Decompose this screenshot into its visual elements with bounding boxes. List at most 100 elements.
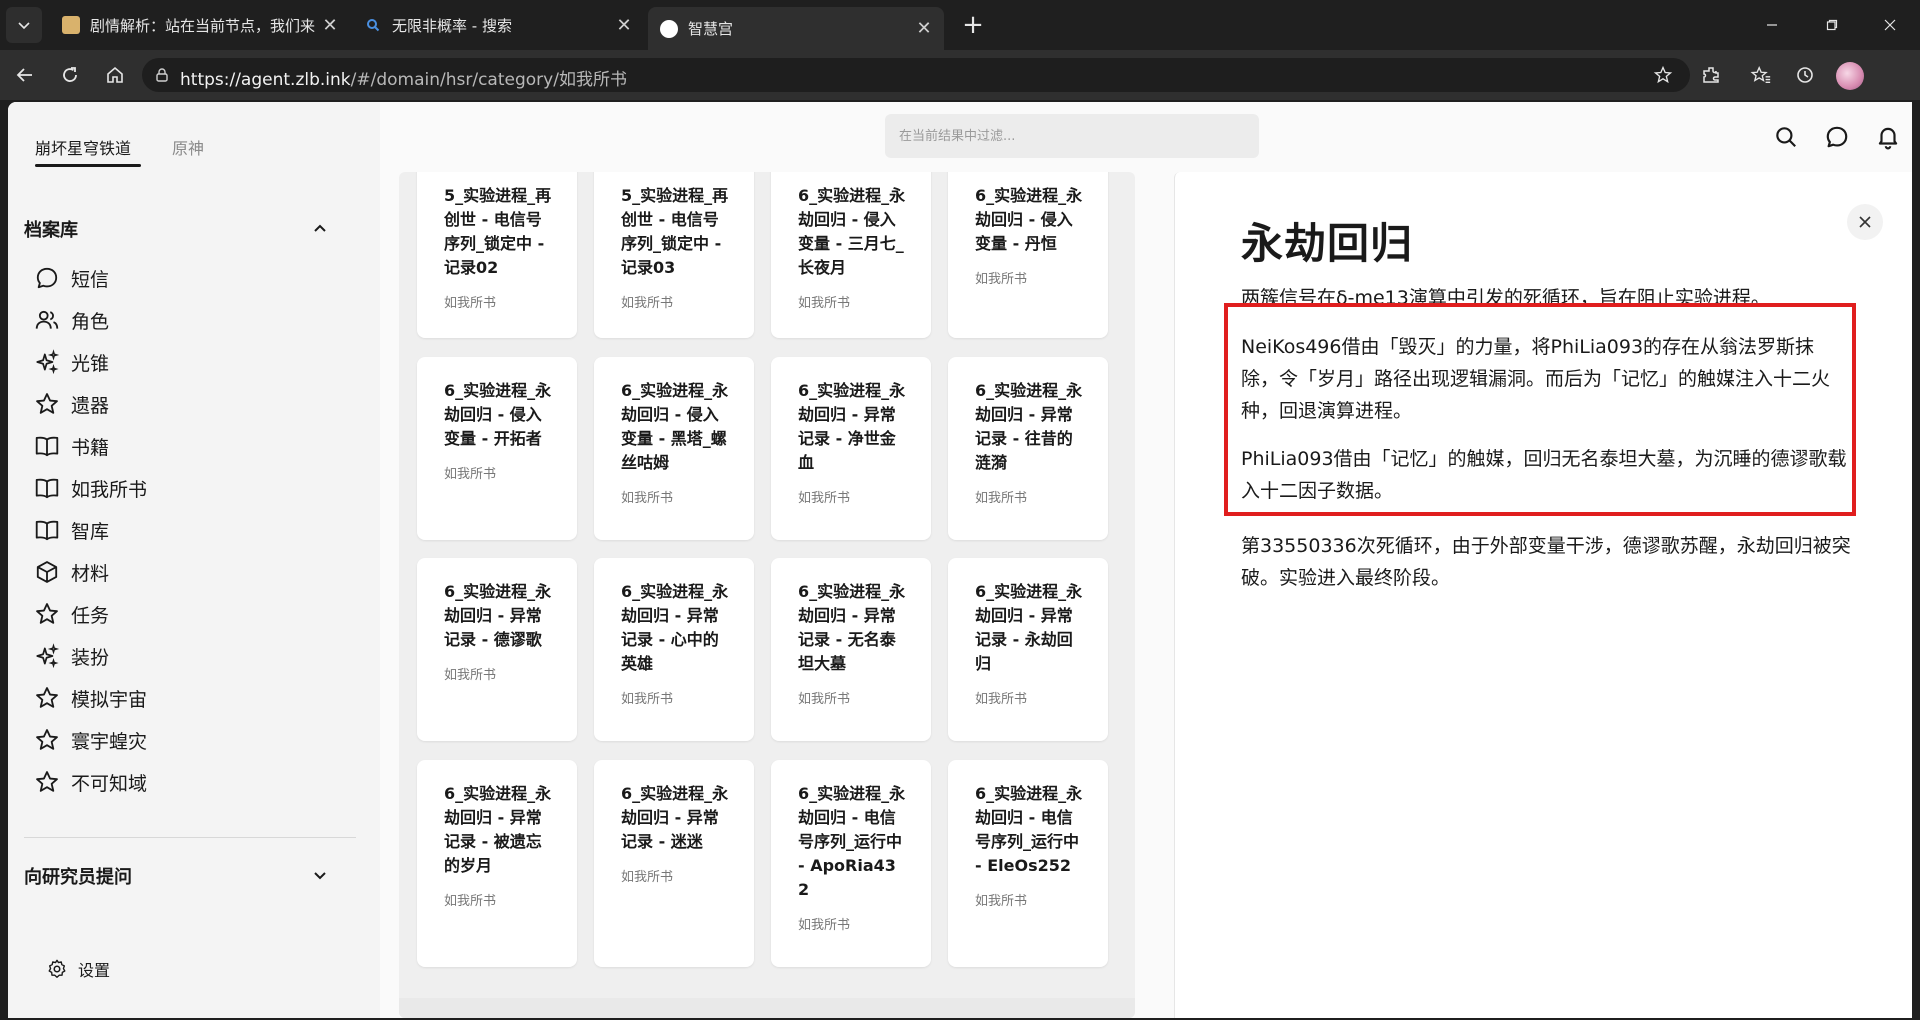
- close-tab-icon[interactable]: ✕: [612, 13, 636, 37]
- list-item[interactable]: 6_实验进程_永劫回归 - 异常记录 - 无名泰坦大墓如我所书: [771, 558, 931, 741]
- search-icon: [364, 16, 382, 34]
- ask-researcher-heading[interactable]: 向研究员提问: [24, 863, 132, 889]
- tab-bar: 剧情解析：站在当前节点，我们来 ✕ 无限非概率 - 搜索 ✕ 智慧宫 ✕ +: [0, 0, 1920, 50]
- tab-title: 剧情解析：站在当前节点，我们来: [90, 16, 316, 35]
- game-tab-genshin[interactable]: 原神: [172, 135, 204, 159]
- sidebar-item-label: 不可知域: [71, 772, 148, 795]
- lock-icon: [156, 68, 168, 82]
- card-title: 6_实验进程_永劫回归 - 异常记录 - 净世金血: [798, 381, 906, 472]
- close-tab-icon[interactable]: ✕: [912, 17, 936, 41]
- new-tab-button[interactable]: +: [958, 10, 988, 40]
- sidebar-item-unknowable-domain[interactable]: 不可知域: [34, 764, 354, 800]
- refresh-icon[interactable]: [55, 60, 85, 90]
- card-category: 如我所书: [798, 692, 851, 707]
- favorite-star-icon[interactable]: [1653, 65, 1673, 85]
- list-item[interactable]: 6_实验进程_永劫回归 - 侵入变量 - 丹恒 如我所书: [948, 172, 1108, 338]
- settings-button[interactable]: 设置: [46, 957, 110, 981]
- chat-icon[interactable]: [1824, 124, 1850, 150]
- list-item[interactable]: 6_实验进程_永劫回归 - 异常记录 - 被遗忘的岁月 如我所书: [417, 760, 577, 967]
- chat-bubble-icon: [36, 267, 58, 289]
- close-tab-icon[interactable]: ✕: [318, 13, 342, 37]
- restore-icon[interactable]: [1802, 0, 1862, 50]
- sidebar-item-label: 任务: [71, 604, 110, 627]
- minimize-icon[interactable]: [1742, 0, 1802, 50]
- card-title: 6_实验进程_永劫回归 - 侵入变量 - 三月七_长夜月: [798, 186, 906, 277]
- card-category: 如我所书: [798, 918, 851, 933]
- card-title: 6_实验进程_永劫回归 - 异常记录 - 迷迷: [621, 784, 729, 851]
- next-group-placeholder: [399, 998, 1135, 1018]
- sidebar-item-label: 如我所书: [71, 478, 148, 501]
- sidebar-item-as-i-write[interactable]: 如我所书: [34, 470, 354, 506]
- sidebar-item-messages[interactable]: 短信: [34, 260, 354, 296]
- list-item[interactable]: 6_实验进程_永劫回归 - 异常记录 - 永劫回归 如我所书: [948, 558, 1108, 741]
- star-icon: [36, 603, 58, 624]
- card-category: 如我所书: [975, 272, 1028, 287]
- card-title: 6_实验进程_永劫回归 - 电信号序列_运行中 - EleOs252: [975, 784, 1083, 875]
- tab-zhihuigong[interactable]: 智慧宫 ✕: [648, 7, 944, 50]
- list-item[interactable]: 6_实验进程_永劫回归 - 异常记录 - 心中的英雄 如我所书: [594, 558, 754, 741]
- profile-avatar[interactable]: [1836, 62, 1864, 90]
- filter-input[interactable]: [885, 114, 1259, 158]
- url-text: https://agent.zlb.ink/#/domain/hsr/categ…: [180, 65, 627, 90]
- book-icon: [35, 436, 59, 457]
- sidebar-item-relics[interactable]: 遗器: [34, 386, 354, 422]
- list-item[interactable]: 6_实验进程_永劫回归 - 侵入变量 - 三月七_长夜月 如我所书: [771, 172, 931, 338]
- sidebar-item-light-cones[interactable]: 光锥: [34, 344, 354, 380]
- tab-story[interactable]: 剧情解析：站在当前节点，我们来 ✕: [50, 7, 350, 43]
- chevron-up-icon[interactable]: [310, 218, 330, 238]
- card-title: 6_实验进程_永劫回归 - 异常记录 - 无名泰坦大墓: [798, 582, 906, 673]
- url-bar[interactable]: https://agent.zlb.ink/#/domain/hsr/categ…: [142, 58, 1690, 92]
- card-title: 5_实验进程_再创世 - 电信号序列_锁定中 - 记录02: [444, 186, 552, 277]
- tab-search[interactable]: 无限非概率 - 搜索 ✕: [352, 7, 644, 43]
- bell-icon[interactable]: [1875, 124, 1901, 150]
- list-item[interactable]: 6_实验进程_永劫回归 - 侵入变量 - 黑塔_螺丝咕姆 如我所书: [594, 357, 754, 540]
- sidebar-item-label: 角色: [71, 310, 110, 333]
- sidebar-item-characters[interactable]: 角色: [34, 302, 354, 338]
- extensions-icon[interactable]: [1696, 60, 1726, 90]
- list-item[interactable]: 6_实验进程_永劫回归 - 异常记录 - 迷迷 如我所书: [594, 760, 754, 967]
- favorites-icon[interactable]: [1746, 60, 1776, 90]
- list-item[interactable]: 6_实验进程_永劫回归 - 电信号序列_运行中 - EleOs252 如我所书: [948, 760, 1108, 967]
- sidebar-item-materials[interactable]: 材料: [34, 554, 354, 590]
- card-category: 如我所书: [621, 692, 674, 707]
- cube-icon: [36, 561, 58, 583]
- list-item[interactable]: 6_实验进程_永劫回归 - 异常记录 - 德谬歌 如我所书: [417, 558, 577, 741]
- sidebar-item-think-tank[interactable]: 智库: [34, 512, 354, 548]
- history-icon[interactable]: [1790, 60, 1820, 90]
- sidebar-item-label: 装扮: [71, 646, 110, 669]
- sidebar-item-books[interactable]: 书籍: [34, 428, 354, 464]
- sidebar-item-label: 光锥: [71, 352, 110, 375]
- list-item[interactable]: 6_实验进程_永劫回归 - 异常记录 - 净世金血 如我所书: [771, 357, 931, 540]
- back-icon[interactable]: [10, 60, 40, 90]
- sparkles-icon: [36, 643, 60, 669]
- url-host: https://agent.zlb.ink: [180, 70, 351, 90]
- sidebar-item-outfits[interactable]: 装扮: [34, 638, 354, 674]
- sidebar-item-swarm-disaster[interactable]: 寰宇蝗灾: [34, 722, 354, 758]
- search-icon[interactable]: [1773, 124, 1799, 150]
- browser-window: 剧情解析：站在当前节点，我们来 ✕ 无限非概率 - 搜索 ✕ 智慧宫 ✕ + h…: [0, 0, 1920, 1020]
- card-category: 如我所书: [975, 894, 1028, 909]
- sidebar-item-simulated-universe[interactable]: 模拟宇宙: [34, 680, 354, 716]
- card-title: 5_实验进程_再创世 - 电信号序列_锁定中 - 记录03: [621, 186, 729, 277]
- chevron-down-icon[interactable]: [310, 865, 330, 885]
- list-item[interactable]: 5_实验进程_再创世 - 电信号序列_锁定中 - 记录02 如我所书: [417, 172, 577, 338]
- home-icon[interactable]: [100, 60, 130, 90]
- list-item[interactable]: 6_实验进程_永劫回归 - 电信号序列_运行中 - ApoRia432 如我所书: [771, 760, 931, 967]
- game-tab-hsr[interactable]: 崩坏星穹铁道: [35, 135, 131, 159]
- detail-paragraph: 第33550336次死循环，由于外部变量干涉，德谬歌苏醒，永劫回归被突破。实验进…: [1241, 535, 1851, 589]
- list-item[interactable]: 6_实验进程_永劫回归 - 侵入变量 - 开拓者 如我所书: [417, 357, 577, 540]
- list-item[interactable]: 6_实验进程_永劫回归 - 异常记录 - 往昔的涟漪 如我所书: [948, 357, 1108, 540]
- address-bar-row: https://agent.zlb.ink/#/domain/hsr/categ…: [0, 50, 1920, 100]
- card-category: 如我所书: [975, 692, 1028, 707]
- tab-actions-menu[interactable]: [6, 7, 42, 43]
- game-avatar-icon: [62, 16, 80, 34]
- card-title: 6_实验进程_永劫回归 - 侵入变量 - 开拓者: [444, 381, 552, 448]
- sidebar-item-missions[interactable]: 任务: [34, 596, 354, 632]
- list-item[interactable]: 5_实验进程_再创世 - 电信号序列_锁定中 - 记录03 如我所书: [594, 172, 754, 338]
- close-window-icon[interactable]: [1860, 0, 1920, 50]
- archive-heading[interactable]: 档案库: [24, 216, 78, 242]
- users-icon: [35, 310, 59, 329]
- card-title: 6_实验进程_永劫回归 - 异常记录 - 往昔的涟漪: [975, 381, 1083, 472]
- close-detail-button[interactable]: [1847, 204, 1883, 240]
- url-path: /#/domain/hsr/category/如我所书: [350, 70, 627, 90]
